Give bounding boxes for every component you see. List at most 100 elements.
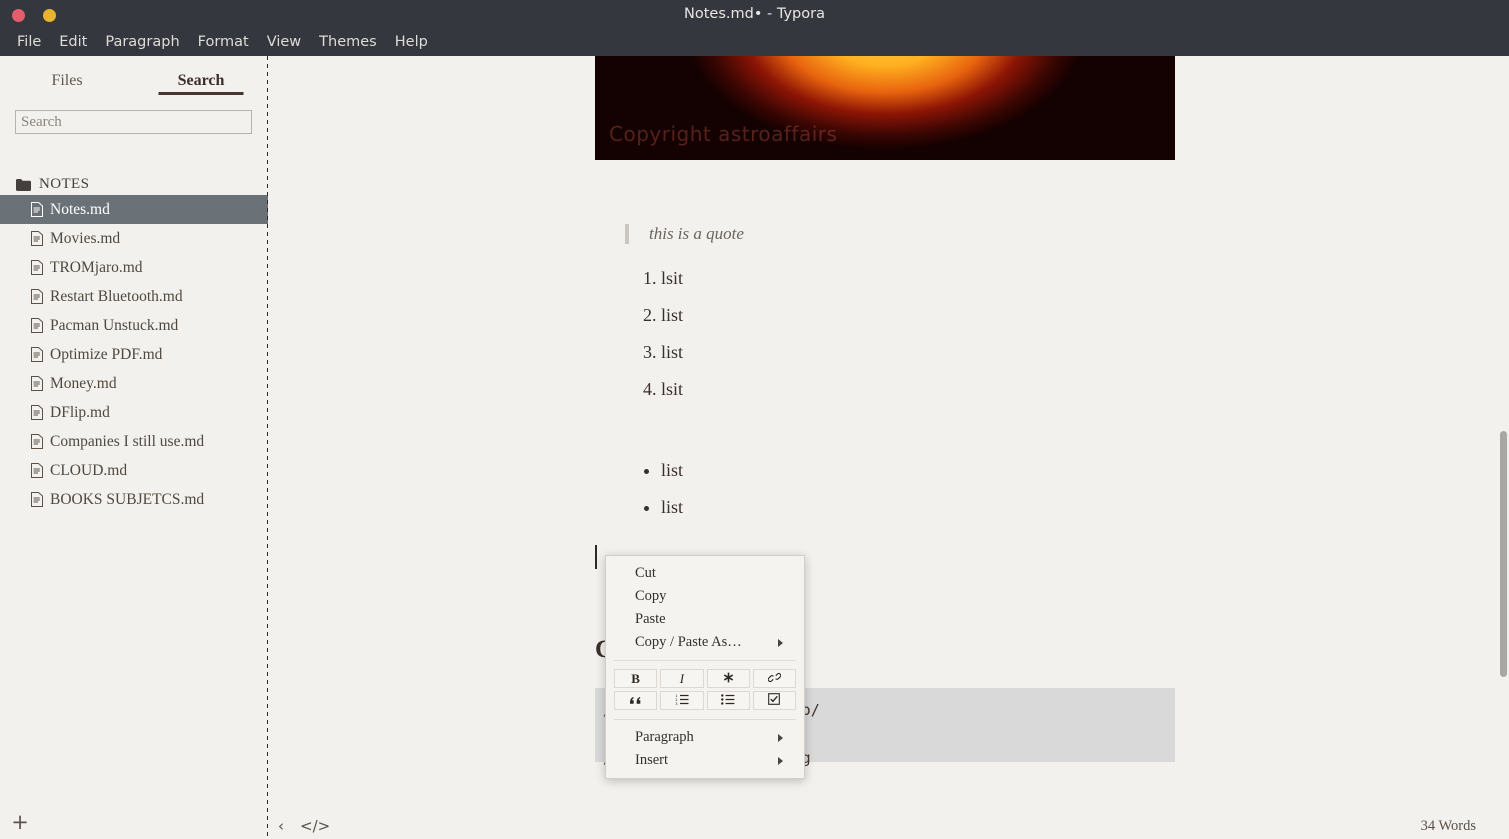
- back-chevron-icon[interactable]: ‹: [278, 817, 284, 835]
- file-label: TROMjaro.md: [50, 258, 143, 276]
- context-menu-label: Copy / Paste As…: [635, 634, 742, 650]
- list-item[interactable]: list: [661, 497, 1139, 518]
- unordered-list-button[interactable]: [706, 691, 750, 710]
- blockquote[interactable]: this is a quote: [625, 224, 1145, 244]
- hero-watermark: Copyright astroaffairs: [609, 122, 838, 146]
- ordered-list-button[interactable]: 123: [660, 691, 704, 710]
- italic-icon: I: [679, 670, 685, 686]
- context-menu-label: Paste: [635, 611, 666, 627]
- file-item-movies[interactable]: Movies.md: [0, 224, 268, 253]
- file-item-restart-bluetooth[interactable]: Restart Bluetooth.md: [0, 282, 268, 311]
- context-menu[interactable]: Cut Copy Paste Copy / Paste As… B I 1 2 …: [605, 555, 805, 779]
- list-item[interactable]: lsit: [661, 379, 1139, 400]
- unordered-list[interactable]: list list: [639, 460, 1139, 534]
- context-menu-label: Insert: [635, 752, 669, 768]
- file-icon: [31, 202, 43, 217]
- file-icon: [31, 492, 43, 507]
- file-label: Companies I still use.md: [50, 432, 205, 450]
- source-code-icon[interactable]: </>: [300, 817, 330, 835]
- folder-label: NOTES: [39, 176, 90, 192]
- link-icon: [767, 671, 782, 687]
- file-label: Money.md: [50, 374, 117, 392]
- scrollbar-thumb[interactable]: [1500, 431, 1507, 677]
- blockquote-icon: [629, 693, 642, 709]
- context-menu-item-paragraph[interactable]: Paragraph: [606, 726, 804, 749]
- menu-item-help[interactable]: Help: [386, 32, 437, 52]
- context-menu-item-paste[interactable]: Paste: [606, 608, 804, 631]
- chevron-right-icon: [778, 733, 783, 742]
- list-item[interactable]: list: [661, 305, 1139, 326]
- file-icon: [31, 434, 43, 449]
- file-icon: [31, 376, 43, 391]
- menu-divider: [614, 660, 796, 661]
- file-label: Movies.md: [50, 229, 121, 247]
- file-item-tromjaro[interactable]: TROMjaro.md: [0, 253, 268, 282]
- menu-divider: [614, 719, 796, 720]
- file-item-books-subjetcs[interactable]: BOOKS SUBJETCS.md: [0, 485, 268, 514]
- file-item-companies-i-still-use[interactable]: Companies I still use.md: [0, 427, 268, 456]
- menu-item-view[interactable]: View: [258, 32, 310, 52]
- list-item[interactable]: list: [661, 342, 1139, 363]
- menu-bar: File Edit Paragraph Format View Themes H…: [0, 28, 1509, 56]
- asterisk-button[interactable]: [706, 669, 750, 688]
- file-icon: [31, 347, 43, 362]
- typora-window: Notes.md• - Typora File Edit Paragraph F…: [0, 0, 1509, 839]
- context-menu-item-copy[interactable]: Copy: [606, 585, 804, 608]
- blockquote-button[interactable]: [614, 691, 658, 710]
- file-icon: [31, 231, 43, 246]
- file-item-money[interactable]: Money.md: [0, 369, 268, 398]
- task-list-button[interactable]: [752, 691, 796, 710]
- status-bar-left: ‹ </>: [278, 813, 330, 839]
- menu-item-paragraph[interactable]: Paragraph: [96, 32, 188, 52]
- file-label: Notes.md: [50, 200, 110, 218]
- context-menu-label: Cut: [635, 565, 656, 581]
- list-item[interactable]: lsit: [661, 268, 1139, 289]
- format-toolbar: B I 123: [606, 667, 804, 713]
- sidebar-resize-handle[interactable]: [267, 56, 268, 839]
- add-file-button[interactable]: +: [6, 811, 34, 835]
- file-label: Optimize PDF.md: [50, 345, 163, 363]
- file-item-notes[interactable]: Notes.md: [0, 195, 268, 224]
- file-icon: [31, 318, 43, 333]
- context-menu-item-insert[interactable]: Insert: [606, 749, 804, 772]
- minimize-button[interactable]: [43, 9, 56, 22]
- blockquote-text: this is a quote: [649, 224, 744, 243]
- unordered-list-icon: [721, 693, 735, 709]
- file-label: CLOUD.md: [50, 461, 128, 479]
- status-bar: ‹ </> 34 Words: [268, 813, 1509, 839]
- menu-item-themes[interactable]: Themes: [310, 32, 386, 52]
- ordered-list[interactable]: lsit list list lsit: [639, 268, 1139, 416]
- editor-area[interactable]: Copyright astroaffairs this is a quote l…: [268, 56, 1509, 813]
- sidebar-tabs: Files Search: [0, 56, 268, 104]
- file-list: Notes.md Movies.md TROMjaro.md Restart B…: [0, 195, 268, 514]
- file-label: Restart Bluetooth.md: [50, 287, 183, 305]
- close-button[interactable]: [12, 9, 25, 22]
- file-label: BOOKS SUBJETCS.md: [50, 490, 205, 508]
- chevron-right-icon: [778, 638, 783, 647]
- asterisk-icon: [723, 671, 734, 687]
- context-menu-label: Copy: [635, 588, 667, 604]
- link-button[interactable]: [752, 669, 796, 688]
- vertical-scrollbar[interactable]: [1498, 56, 1509, 813]
- list-item[interactable]: list: [661, 460, 1139, 481]
- word-count: 34 Words: [1420, 818, 1476, 834]
- bold-button[interactable]: B: [614, 669, 658, 688]
- file-item-pacman-unstuck[interactable]: Pacman Unstuck.md: [0, 311, 268, 340]
- file-item-cloud[interactable]: CLOUD.md: [0, 456, 268, 485]
- menu-item-format[interactable]: Format: [189, 32, 258, 52]
- menu-item-edit[interactable]: Edit: [50, 32, 96, 52]
- window-controls: [12, 9, 56, 22]
- file-label: DFlip.md: [50, 403, 110, 421]
- menu-item-file[interactable]: File: [8, 32, 50, 52]
- search-input[interactable]: [15, 110, 252, 134]
- tab-search[interactable]: Search: [134, 56, 268, 104]
- file-icon: [31, 260, 43, 275]
- file-icon: [31, 405, 43, 420]
- context-menu-item-copy-paste-as[interactable]: Copy / Paste As…: [606, 631, 804, 654]
- context-menu-item-cut[interactable]: Cut: [606, 562, 804, 585]
- tab-files[interactable]: Files: [0, 56, 134, 104]
- file-item-optimize-pdf[interactable]: Optimize PDF.md: [0, 340, 268, 369]
- italic-button[interactable]: I: [660, 669, 704, 688]
- title-bar: Notes.md• - Typora: [0, 0, 1509, 28]
- file-item-dflip[interactable]: DFlip.md: [0, 398, 268, 427]
